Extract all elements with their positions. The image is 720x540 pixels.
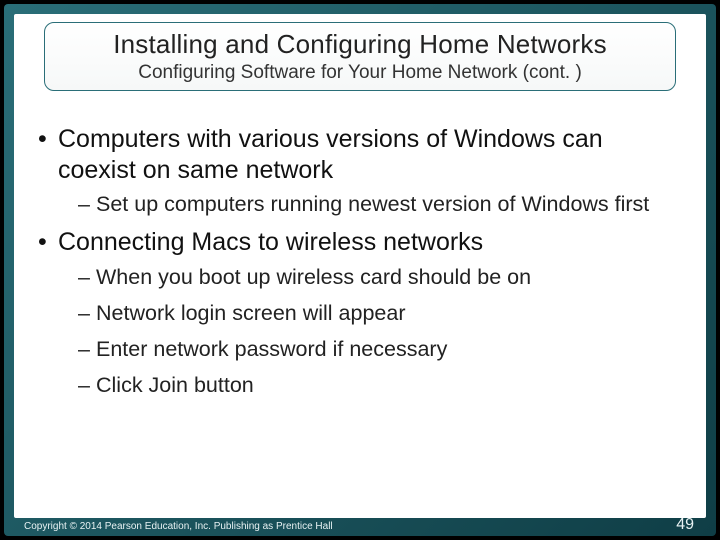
slide-subtitle: Configuring Software for Your Home Netwo… <box>55 62 665 84</box>
bullet-level2: When you boot up wireless card should be… <box>34 264 686 290</box>
slide-title: Installing and Configuring Home Networks <box>55 29 665 60</box>
bullet-level1: Computers with various versions of Windo… <box>34 124 686 185</box>
slide-border: Installing and Configuring Home Networks… <box>4 4 716 536</box>
title-box: Installing and Configuring Home Networks… <box>44 22 676 91</box>
slide: Installing and Configuring Home Networks… <box>0 0 720 540</box>
page-number: 49 <box>676 516 694 534</box>
bullet-level2: Network login screen will appear <box>34 300 686 326</box>
bullet-level2: Set up computers running newest version … <box>34 191 686 217</box>
body-text: Computers with various versions of Windo… <box>34 124 686 409</box>
copyright-text: Copyright © 2014 Pearson Education, Inc.… <box>24 521 333 532</box>
bullet-level2: Click Join button <box>34 372 686 398</box>
bullet-level1: Connecting Macs to wireless networks <box>34 227 686 258</box>
bullet-level2: Enter network password if necessary <box>34 336 686 362</box>
